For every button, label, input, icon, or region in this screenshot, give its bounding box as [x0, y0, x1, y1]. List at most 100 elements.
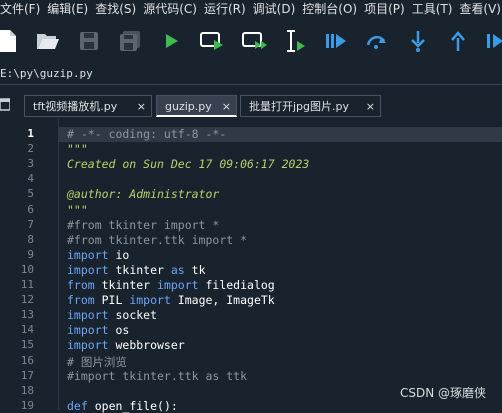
menu-item[interactable]: 编辑(E): [47, 0, 88, 17]
code-line: from PIL import Image, ImageTk: [67, 293, 275, 307]
code-token: # 图片浏览: [67, 354, 127, 369]
code-token: filedialog: [198, 278, 275, 292]
code-line: import webbrowser: [67, 338, 185, 352]
code-token: #from tkinter.ttk import *: [67, 232, 248, 247]
menu-item[interactable]: 源代码(C): [143, 0, 197, 17]
code-editor[interactable]: 1 2 3 4 5 6 7 8 9 10 11 12 13 14 15 16 17 18 19 # -*- codi…: [0, 119, 502, 413]
continue-icon[interactable]: [482, 26, 502, 56]
toolbar: [0, 18, 502, 64]
line-number: 16: [20, 353, 34, 367]
code-line: """: [67, 203, 88, 217]
code-token: @author: Administrator: [67, 187, 220, 202]
code-line: import os: [67, 323, 129, 337]
line-number: 10: [20, 262, 34, 276]
line-number: 1: [27, 127, 34, 140]
line-number: 19: [20, 398, 34, 412]
line-number: 17: [20, 368, 34, 382]
code-token: import: [129, 293, 171, 308]
step-icon[interactable]: [362, 26, 392, 56]
menu-item[interactable]: 工具(T): [412, 0, 453, 17]
step-return-icon[interactable]: [443, 26, 473, 56]
code-line: from tkinter import filedialog: [67, 278, 275, 292]
menu-item[interactable]: 查看(V): [459, 0, 501, 17]
save-all-icon[interactable]: [115, 26, 145, 56]
code-token: tk: [184, 262, 206, 277]
tab-scroll-handle[interactable]: [0, 97, 11, 115]
editor-tab-bar: tft视频播放机.py × guzip.py × 批量打开jpg图片.py ×: [0, 85, 502, 119]
code-token: Image, ImageTk: [170, 293, 275, 308]
code-line: #from tkinter import *: [67, 218, 219, 232]
line-number: 9: [27, 247, 34, 261]
line-number: 2: [27, 142, 34, 156]
code-token: tkinter: [94, 278, 158, 292]
tab-label: tft视频播放机.py: [33, 100, 118, 113]
code-line: # 图片浏览: [67, 354, 127, 370]
menu-item[interactable]: 文件(F): [0, 0, 40, 17]
close-icon[interactable]: ×: [366, 96, 375, 118]
code-token: import: [67, 338, 109, 353]
code-token: import: [67, 247, 109, 262]
code-token: #import tkinter.ttk as ttk: [67, 368, 248, 383]
line-number: 6: [27, 202, 34, 216]
menu-item[interactable]: 控制台(O): [302, 0, 357, 17]
menu-item[interactable]: 调试(D): [253, 0, 296, 17]
code-line: #from tkinter.ttk import *: [67, 233, 247, 247]
code-token: import: [67, 262, 109, 277]
code-token: import: [67, 323, 109, 338]
code-token: os: [108, 323, 130, 338]
tab-batch-open-jpg[interactable]: 批量打开jpg图片.py ×: [240, 95, 381, 117]
step-into-icon[interactable]: [403, 26, 433, 56]
code-token: tkinter: [108, 262, 171, 277]
code-line: @author: Administrator: [67, 187, 219, 201]
line-number: 12: [20, 293, 34, 307]
line-number: 5: [27, 187, 34, 201]
code-line: import io: [67, 248, 129, 262]
line-number: 18: [20, 383, 34, 397]
line-number: 13: [20, 308, 34, 322]
line-number-gutter: 1 2 3 4 5 6 7 8 9 10 11 12 13 14 15 16 17 18 19: [0, 119, 46, 412]
code-token: from: [67, 278, 95, 292]
line-number: 8: [27, 232, 34, 246]
code-token: io: [108, 247, 130, 262]
tab-label: guzip.py: [165, 100, 212, 113]
code-token: import: [157, 278, 199, 292]
code-token: """: [67, 202, 88, 217]
code-token: import: [67, 308, 109, 323]
run-cell-advance-icon[interactable]: [240, 26, 270, 56]
run-cell-icon[interactable]: [198, 26, 228, 56]
code-token: as: [170, 262, 185, 277]
run-icon[interactable]: [157, 26, 187, 56]
run-selection-icon[interactable]: [281, 26, 311, 56]
line-number: 3: [27, 157, 34, 171]
menu-item[interactable]: 查找(S): [95, 0, 136, 17]
menu-item[interactable]: 运行(R): [204, 0, 246, 17]
line-number: 7: [27, 217, 34, 231]
menu-bar: 文件(F) 编辑(E) 查找(S) 源代码(C) 运行(R) 调试(D) 控制台(O) 项目(…: [0, 0, 502, 18]
line-number: 14: [20, 323, 34, 337]
tab-guzip[interactable]: guzip.py ×: [156, 95, 237, 117]
file-path: E:\py\guzip.py: [0, 67, 93, 80]
close-icon[interactable]: ×: [222, 96, 231, 118]
debug-icon[interactable]: [321, 26, 351, 56]
code-line: import tkinter as tk: [67, 263, 206, 277]
open-folder-icon[interactable]: [33, 26, 63, 56]
code-line: import socket: [67, 308, 157, 322]
save-icon[interactable]: [74, 26, 104, 56]
code-token: # -*- coding: utf-8 -*-: [67, 127, 227, 141]
code-line: Created on Sun Dec 17 09:06:17 2023: [67, 157, 309, 171]
tab-tft-video-player[interactable]: tft视频播放机.py ×: [24, 95, 152, 117]
code-token: socket: [108, 308, 158, 323]
watermark: CSDN @琢磨侠: [399, 386, 486, 400]
code-line: # -*- coding: utf-8 -*-: [67, 127, 226, 141]
code-token: webbrowser: [108, 338, 185, 353]
code-token: """: [67, 142, 88, 157]
code-token: from: [67, 293, 95, 308]
code-token: #from tkinter import *: [67, 217, 220, 232]
code-line: """: [67, 142, 88, 156]
close-icon[interactable]: ×: [137, 96, 146, 118]
file-path-bar: E:\py\guzip.py: [0, 64, 502, 85]
code-token: PIL: [94, 293, 130, 308]
new-file-icon[interactable]: [0, 26, 22, 56]
menu-item[interactable]: 项目(P): [364, 0, 405, 17]
line-number: 11: [20, 278, 34, 291]
